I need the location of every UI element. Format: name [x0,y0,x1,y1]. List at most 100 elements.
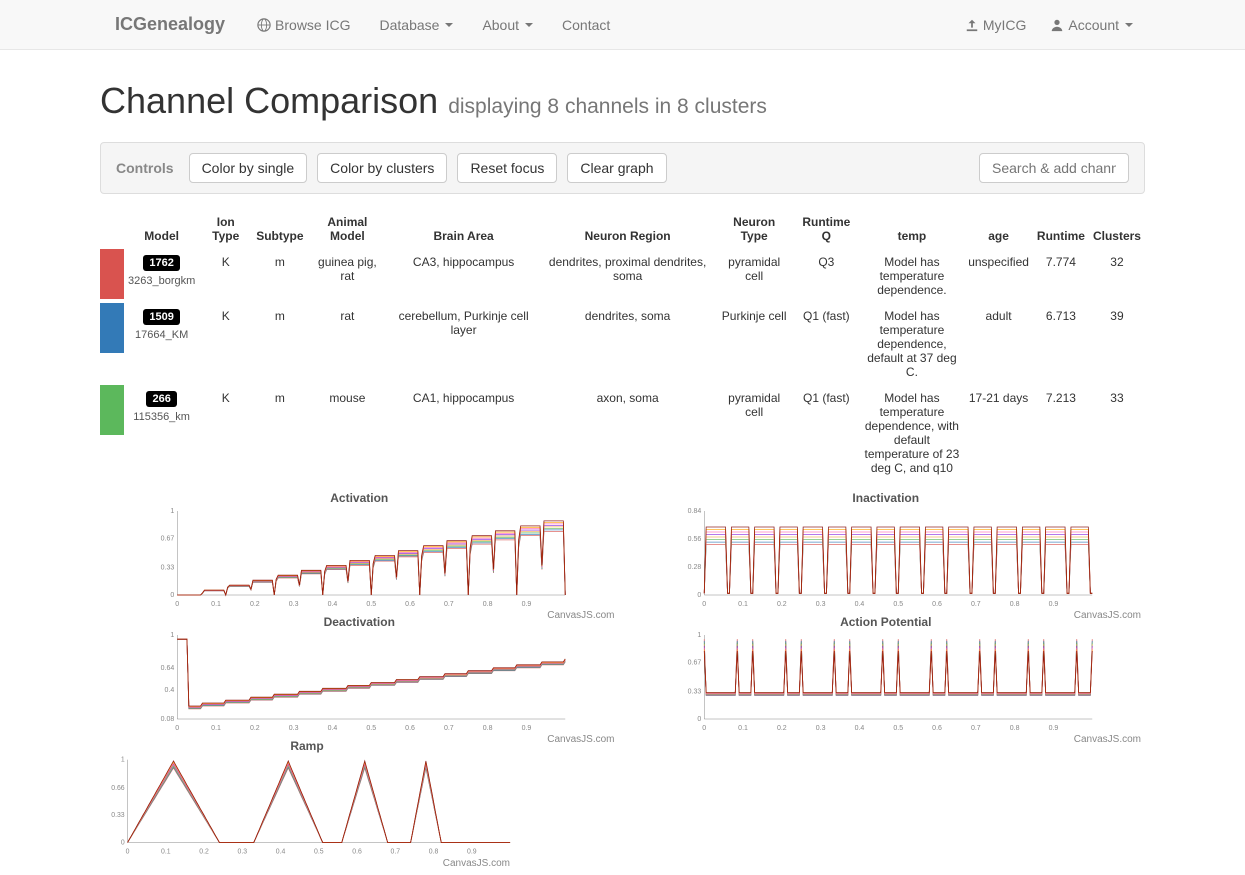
controls-label: Controls [116,160,174,176]
model-name: 3263_borgkm [128,275,195,287]
cell-neuron-type: pyramidal cell [715,249,793,303]
cell-runtime: 6.713 [1033,303,1089,385]
cell-brain-area: CA1, hippocampus [387,385,540,481]
chart-activation[interactable]: Activation 00.10.20.30.40.50.60.70.80.90… [100,491,619,607]
search-input[interactable] [979,153,1129,183]
nav-myicg[interactable]: MyICG [953,2,1039,48]
cell-runtime: 7.213 [1033,385,1089,481]
chart-title: Ramp [100,739,514,753]
nav-database-label: Database [380,17,440,33]
svg-text:0.6: 0.6 [405,601,415,607]
th-ion-type: Ion Type [199,209,252,249]
chart-svg: 00.10.20.30.40.50.60.70.80.900.330.671 [100,507,619,607]
table-row[interactable]: 266115356_km K m mouse CA1, hippocampus … [100,385,1145,481]
svg-text:0.08: 0.08 [161,716,175,723]
svg-text:0.8: 0.8 [1009,601,1019,607]
svg-text:0.6: 0.6 [932,601,942,607]
color-single-button[interactable]: Color by single [189,153,308,183]
svg-text:0.5: 0.5 [893,725,903,731]
cell-ion-type: K [199,385,252,481]
cell-neuron-region: dendrites, proximal dendrites, soma [540,249,715,303]
model-badge[interactable]: 1509 [143,309,179,325]
svg-text:0.6: 0.6 [405,725,415,731]
cell-animal-model: mouse [308,385,388,481]
controls-panel: Controls Color by single Color by cluste… [100,142,1145,194]
chart-title: Inactivation [627,491,1146,505]
clear-graph-button[interactable]: Clear graph [567,153,666,183]
svg-text:0.1: 0.1 [161,848,171,855]
model-badge[interactable]: 266 [146,391,176,407]
svg-text:1: 1 [697,632,701,639]
nav-about-label: About [482,17,519,33]
cell-clusters: 39 [1089,303,1145,385]
th-temp: temp [860,209,965,249]
svg-text:0.4: 0.4 [328,725,338,731]
cell-age: unspecified [964,249,1033,303]
th-neuron-region: Neuron Region [540,209,715,249]
svg-text:0.5: 0.5 [366,601,376,607]
cell-neuron-region: dendrites, soma [540,303,715,385]
nav-account[interactable]: Account [1038,2,1145,48]
svg-text:0: 0 [702,601,706,607]
cell-subtype: m [252,385,307,481]
channel-table: Model Ion Type Subtype Animal Model Brai… [100,209,1145,481]
chart-deactivation[interactable]: Deactivation 00.10.20.30.40.50.60.70.80.… [100,615,619,731]
chart-title: Action Potential [627,615,1146,629]
svg-text:0: 0 [175,725,179,731]
page-title: Channel Comparison displaying 8 channels… [100,80,1145,122]
navbar: ICGenealogy Browse ICG Database About Co… [0,0,1245,50]
cell-neuron-type: pyramidal cell [715,385,793,481]
svg-text:0.9: 0.9 [1048,601,1058,607]
cell-animal-model: rat [308,303,388,385]
svg-text:0.33: 0.33 [111,812,125,819]
table-header-row: Model Ion Type Subtype Animal Model Brai… [100,209,1145,249]
page-subtitle: displaying 8 channels in 8 clusters [448,95,767,118]
svg-text:0: 0 [697,716,701,723]
nav-browse-label: Browse ICG [275,17,350,33]
svg-text:0: 0 [170,592,174,599]
chart-ramp[interactable]: Ramp 00.10.20.30.40.50.60.70.80.900.330.… [100,739,514,855]
svg-text:0.9: 0.9 [522,725,532,731]
th-runtime-q: Runtime Q [793,209,860,249]
svg-text:0: 0 [126,848,130,855]
cell-animal-model: guinea pig, rat [308,249,388,303]
th-model: Model [124,209,199,249]
svg-text:0.3: 0.3 [815,601,825,607]
svg-text:0.2: 0.2 [776,601,786,607]
svg-text:0.56: 0.56 [687,536,701,543]
svg-text:1: 1 [121,757,125,764]
chart-svg: 00.10.20.30.40.50.60.70.80.900.330.661 [100,755,514,855]
cell-brain-area: CA3, hippocampus [387,249,540,303]
color-clusters-button[interactable]: Color by clusters [317,153,447,183]
cell-model: 150917664_KM [124,303,199,385]
svg-text:0.84: 0.84 [687,508,701,515]
nav-account-label: Account [1068,17,1119,33]
nav-contact[interactable]: Contact [550,2,622,48]
svg-text:0.1: 0.1 [211,601,221,607]
chart-inactivation[interactable]: Inactivation 00.10.20.30.40.50.60.70.80.… [627,491,1146,607]
svg-text:0.8: 0.8 [483,725,493,731]
svg-text:1: 1 [170,632,174,639]
svg-text:0.3: 0.3 [289,725,299,731]
brand-link[interactable]: ICGenealogy [100,0,240,50]
model-badge[interactable]: 1762 [143,255,179,271]
nav-database[interactable]: Database [368,2,466,48]
svg-text:0.9: 0.9 [467,848,477,855]
chart-action-potential[interactable]: Action Potential 00.10.20.30.40.50.60.70… [627,615,1146,731]
nav-browse[interactable]: Browse ICG [245,2,362,48]
svg-text:0: 0 [702,725,706,731]
svg-text:0.33: 0.33 [161,564,175,571]
nav-about[interactable]: About [470,2,545,48]
table-row[interactable]: 150917664_KM K m rat cerebellum, Purkinj… [100,303,1145,385]
svg-text:0: 0 [697,592,701,599]
reset-focus-button[interactable]: Reset focus [457,153,557,183]
svg-text:0.4: 0.4 [276,848,286,855]
table-row[interactable]: 17623263_borgkm K m guinea pig, rat CA3,… [100,249,1145,303]
upload-icon [965,18,979,32]
svg-text:0.3: 0.3 [289,601,299,607]
svg-text:0.4: 0.4 [854,601,864,607]
cell-clusters: 33 [1089,385,1145,481]
svg-text:0.4: 0.4 [854,725,864,731]
cell-temp: Model has temperature dependence, with d… [860,385,965,481]
cell-neuron-region: axon, soma [540,385,715,481]
